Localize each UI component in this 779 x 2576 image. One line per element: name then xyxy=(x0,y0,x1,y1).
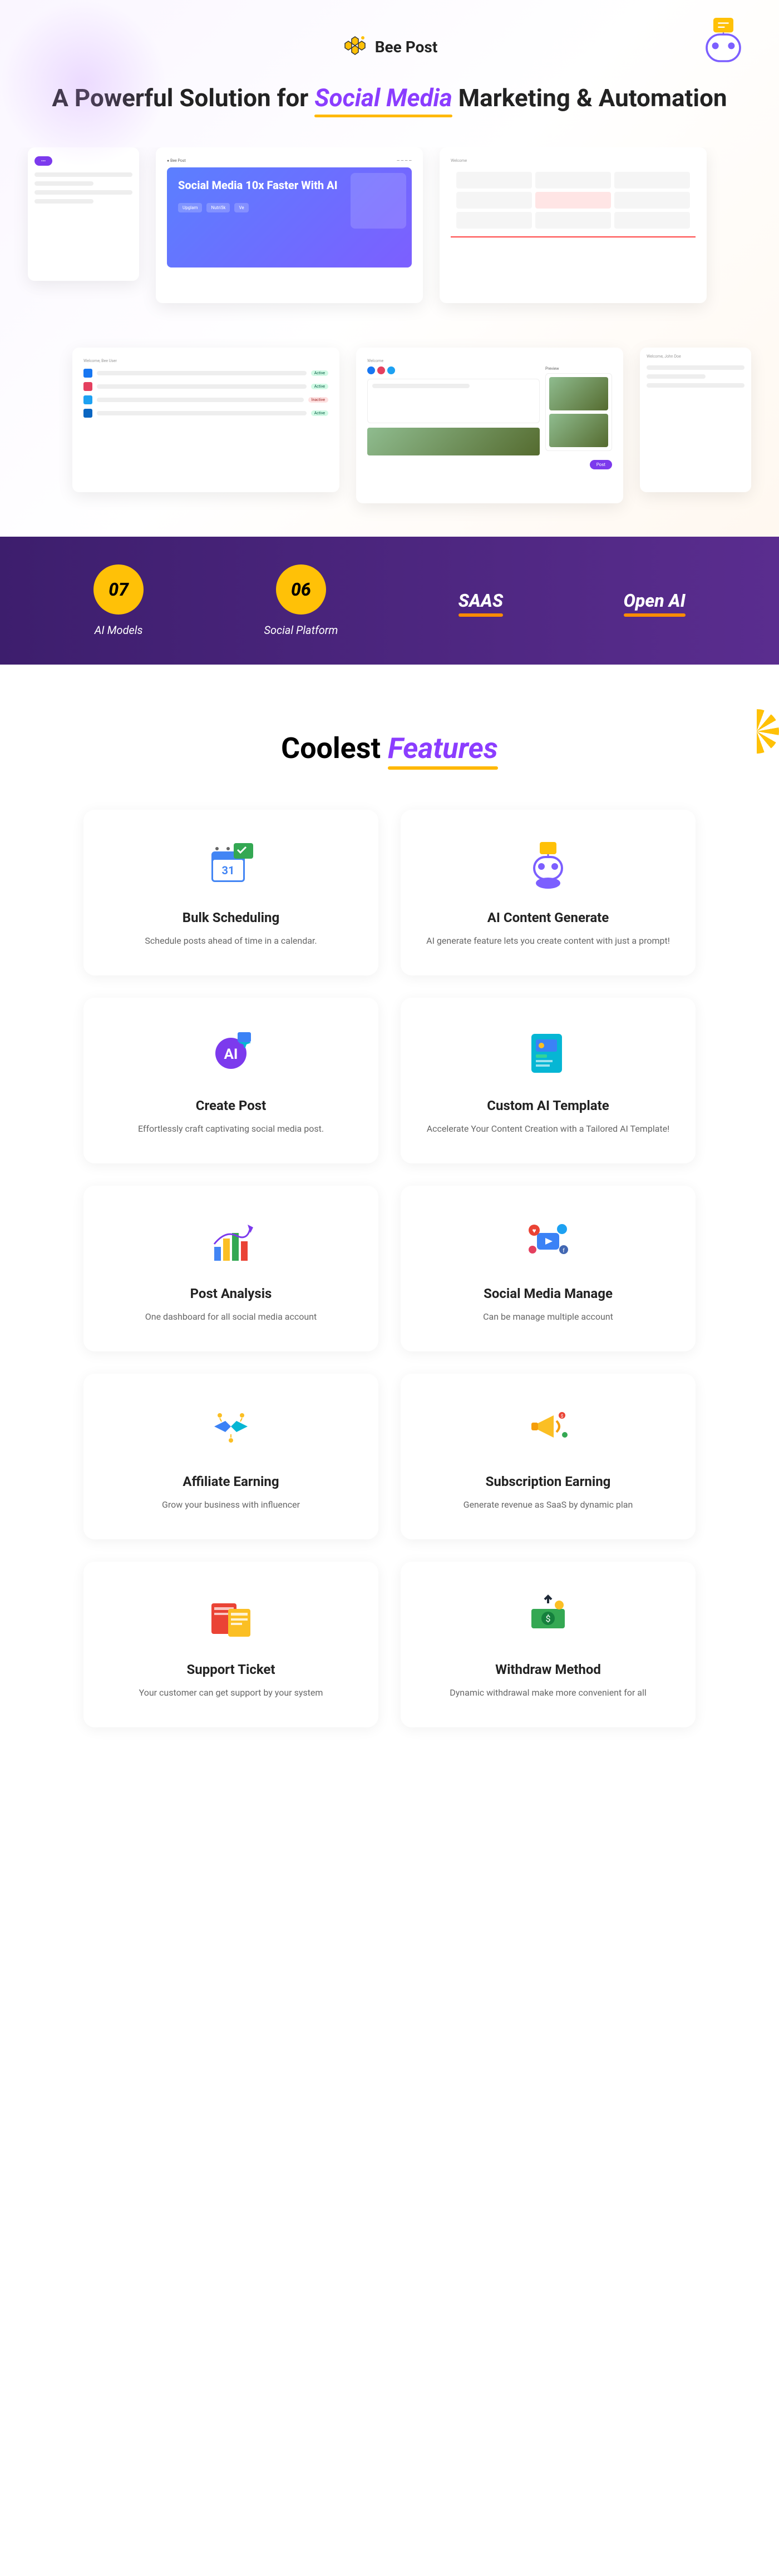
screenshot-landing: ● Bee Post— — — — Social Media 10x Faste… xyxy=(156,147,423,303)
stats-bar: 07 AI Models 06 Social Platform SAAS Ope… xyxy=(0,537,779,665)
template-icon xyxy=(520,1026,576,1081)
feature-desc: Dynamic withdrawal make more convenient … xyxy=(423,1686,673,1700)
brand-name: Bee Post xyxy=(375,38,438,56)
stat-saas: SAAS xyxy=(458,590,504,611)
screenshot-composer: Welcome Preview Post xyxy=(356,348,623,503)
feature-card: Bulk Scheduling Schedule posts ahead of … xyxy=(83,810,378,975)
ai-sparkle-icon xyxy=(203,1026,259,1081)
stat-openai: Open AI xyxy=(624,590,686,611)
feature-desc: Your customer can get support by your sy… xyxy=(106,1686,356,1700)
screenshot-calendar: Welcome xyxy=(440,147,707,303)
stat-ai-models: 07 AI Models xyxy=(93,564,144,637)
feature-name: Post Analysis xyxy=(106,1286,356,1301)
feature-desc: Can be manage multiple account xyxy=(423,1310,673,1324)
feature-desc: One dashboard for all social media accou… xyxy=(106,1310,356,1324)
stat-number: 06 xyxy=(276,564,326,615)
feature-card: Support Ticket Your customer can get sup… xyxy=(83,1562,378,1727)
social-icon xyxy=(520,1213,576,1269)
feature-name: Affiliate Earning xyxy=(106,1474,356,1489)
hero-section: Bee Post A Powerful Solution for Social … xyxy=(0,0,779,537)
screenshots-row-1: ••• ● Bee Post— — — — Social Media 10x F… xyxy=(0,147,779,325)
feature-desc: Schedule posts ahead of time in a calend… xyxy=(106,934,356,948)
feature-desc: AI generate feature lets you create cont… xyxy=(423,934,673,948)
feature-name: AI Content Generate xyxy=(423,910,673,925)
bot-mascot-icon xyxy=(690,11,757,78)
calendar-check-icon xyxy=(203,838,259,893)
feature-name: Support Ticket xyxy=(106,1662,356,1677)
brand-logo: Bee Post xyxy=(0,33,779,60)
feature-card: Social Media Manage Can be manage multip… xyxy=(401,1186,696,1351)
feature-name: Bulk Scheduling xyxy=(106,910,356,925)
feature-name: Social Media Manage xyxy=(423,1286,673,1301)
ticket-icon xyxy=(203,1589,259,1645)
screenshots-row-2: Welcome, Bee User Active Active Inactive… xyxy=(0,325,779,537)
bot-icon xyxy=(520,838,576,893)
feature-name: Subscription Earning xyxy=(423,1474,673,1489)
chart-icon xyxy=(203,1213,259,1269)
feature-desc: Grow your business with influencer xyxy=(106,1498,356,1512)
feature-card: Post Analysis One dashboard for all soci… xyxy=(83,1186,378,1351)
feature-name: Custom AI Template xyxy=(423,1098,673,1113)
feature-card: Subscription Earning Generate revenue as… xyxy=(401,1374,696,1539)
feature-name: Withdraw Method xyxy=(423,1662,673,1677)
feature-desc: Effortlessly craft captivating social me… xyxy=(106,1122,356,1136)
feature-desc: Generate revenue as SaaS by dynamic plan xyxy=(423,1498,673,1512)
screenshot-accounts: Welcome, Bee User Active Active Inactive… xyxy=(72,348,339,492)
screenshot-dashboard-partial: ••• xyxy=(28,147,139,281)
bee-icon xyxy=(342,33,368,60)
feature-card: Affiliate Earning Grow your business wit… xyxy=(83,1374,378,1539)
feature-name: Create Post xyxy=(106,1098,356,1113)
feature-card: Withdraw Method Dynamic withdrawal make … xyxy=(401,1562,696,1727)
features-section: Coolest Features Bulk Scheduling Schedul… xyxy=(0,665,779,1794)
feature-desc: Accelerate Your Content Creation with a … xyxy=(423,1122,673,1136)
screenshot-partial-right: Welcome, John Doe xyxy=(640,348,751,492)
features-title: Coolest Features xyxy=(45,731,734,765)
megaphone-icon xyxy=(520,1401,576,1457)
stat-number: 07 xyxy=(93,564,144,615)
handshake-icon xyxy=(203,1401,259,1457)
hero-highlight: Social Media xyxy=(314,82,452,114)
features-grid: Bulk Scheduling Schedule posts ahead of … xyxy=(83,810,696,1727)
money-icon xyxy=(520,1589,576,1645)
feature-card: Create Post Effortlessly craft captivati… xyxy=(83,998,378,1163)
feature-card: Custom AI Template Accelerate Your Conte… xyxy=(401,998,696,1163)
hero-title: A Powerful Solution for Social Media Mar… xyxy=(0,82,779,114)
stat-platforms: 06 Social Platform xyxy=(264,564,338,637)
feature-card: AI Content Generate AI generate feature … xyxy=(401,810,696,975)
